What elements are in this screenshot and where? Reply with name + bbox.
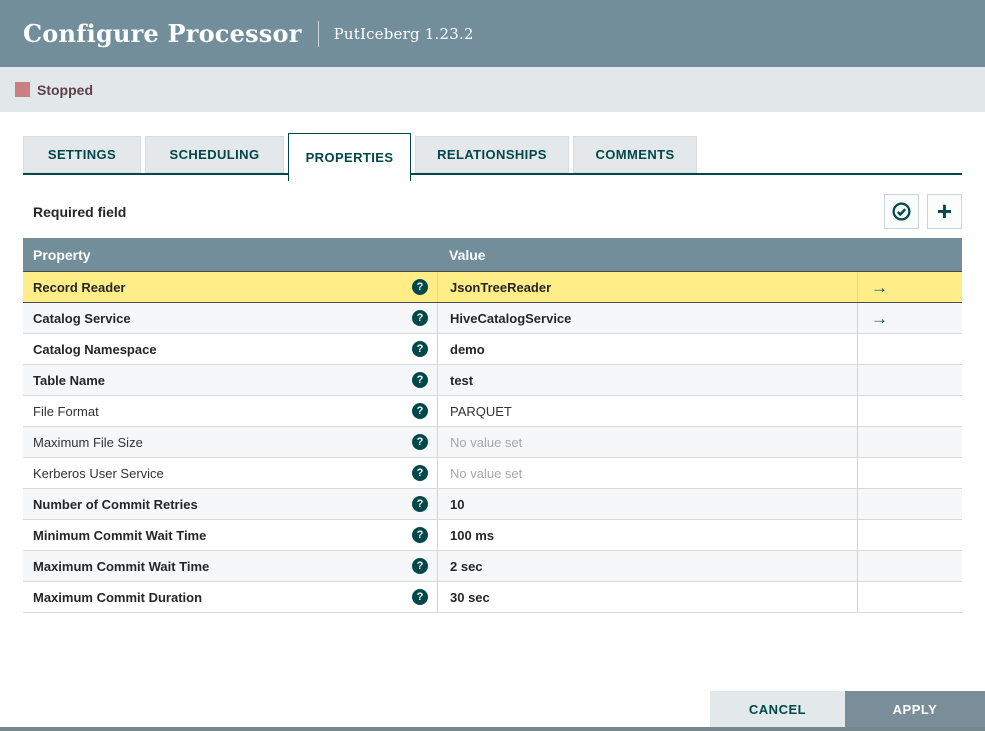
table-row[interactable]: Kerberos User Service ? No value set: [23, 458, 962, 489]
dialog-title: Configure Processor: [23, 19, 302, 48]
cancel-button[interactable]: CANCEL: [710, 691, 845, 727]
column-header-value: Value: [449, 246, 486, 263]
help-icon[interactable]: ?: [412, 434, 428, 450]
stopped-status-icon: [15, 82, 30, 97]
help-icon[interactable]: ?: [412, 465, 428, 481]
property-value: No value set: [450, 465, 523, 481]
property-value: test: [450, 372, 474, 388]
property-table: Property Value Record Reader ? JsonTreeR…: [23, 238, 962, 613]
table-row[interactable]: Maximum File Size ? No value set: [23, 427, 962, 458]
go-to-service-icon[interactable]: →: [871, 279, 888, 296]
apply-button[interactable]: APPLY: [845, 691, 985, 727]
property-value: PARQUET: [450, 403, 512, 419]
property-name: Catalog Service: [33, 310, 131, 326]
footer-buttons: CANCEL APPLY: [710, 691, 985, 727]
property-name: Record Reader: [33, 279, 126, 295]
tab-settings[interactable]: SETTINGS: [23, 136, 141, 173]
table-row[interactable]: Maximum Commit Duration ? 30 sec: [23, 582, 962, 613]
add-property-button[interactable]: +: [927, 194, 962, 229]
status-label: Stopped: [37, 81, 93, 98]
table-row[interactable]: Catalog Service ? HiveCatalogService →: [23, 303, 962, 334]
property-name: File Format: [33, 403, 99, 419]
table-row[interactable]: Catalog Namespace ? demo: [23, 334, 962, 365]
property-name: Maximum File Size: [33, 434, 143, 450]
plus-icon: +: [936, 195, 953, 226]
property-value: 30 sec: [450, 589, 490, 605]
column-header-property: Property: [33, 246, 91, 263]
property-value: HiveCatalogService: [450, 310, 572, 326]
tab-comments[interactable]: COMMENTS: [573, 136, 697, 173]
dialog-bottom-edge: [0, 727, 985, 731]
property-value: demo: [450, 341, 485, 357]
table-row[interactable]: Minimum Commit Wait Time ? 100 ms: [23, 520, 962, 551]
property-value: 10: [450, 496, 465, 512]
property-value: 2 sec: [450, 558, 483, 574]
property-name: Maximum Commit Wait Time: [33, 558, 210, 574]
property-name: Catalog Namespace: [33, 341, 157, 357]
go-to-service-icon[interactable]: →: [871, 310, 888, 327]
property-name: Number of Commit Retries: [33, 496, 198, 512]
properties-toolbar: Required field +: [23, 181, 962, 238]
help-icon[interactable]: ?: [412, 341, 428, 357]
property-name: Table Name: [33, 372, 106, 388]
help-icon[interactable]: ?: [412, 403, 428, 419]
help-icon[interactable]: ?: [412, 558, 428, 574]
table-body: Record Reader ? JsonTreeReader → Catalog…: [23, 271, 962, 613]
property-name: Maximum Commit Duration: [33, 589, 203, 605]
property-name: Kerberos User Service: [33, 465, 164, 481]
table-row[interactable]: File Format ? PARQUET: [23, 396, 962, 427]
configure-processor-dialog: Configure Processor PutIceberg 1.23.2 St…: [0, 0, 985, 731]
help-icon[interactable]: ?: [412, 589, 428, 605]
tab-scheduling[interactable]: SCHEDULING: [145, 136, 284, 173]
title-separator: [317, 20, 319, 47]
tab-bar: SETTINGS SCHEDULING PROPERTIES RELATIONSHIP…: [23, 133, 962, 181]
required-field-label: Required field: [33, 203, 127, 220]
help-icon[interactable]: ?: [412, 372, 428, 388]
table-row[interactable]: Maximum Commit Wait Time ? 2 sec: [23, 551, 962, 582]
dialog-header: Configure Processor PutIceberg 1.23.2: [0, 0, 985, 67]
help-icon[interactable]: ?: [412, 496, 428, 512]
help-icon[interactable]: ?: [412, 310, 428, 326]
property-value: 100 ms: [450, 527, 495, 543]
property-value: No value set: [450, 434, 523, 450]
table-row[interactable]: Table Name ? test: [23, 365, 962, 396]
processor-name-version: PutIceberg 1.23.2: [333, 24, 474, 43]
tab-relationships[interactable]: RELATIONSHIPS: [415, 136, 569, 173]
check-circle-icon: [891, 201, 912, 222]
tab-properties[interactable]: PROPERTIES: [288, 133, 411, 181]
table-header-row: Property Value: [23, 238, 962, 271]
status-bar: Stopped: [0, 67, 985, 112]
property-name: Minimum Commit Wait Time: [33, 527, 207, 543]
property-value: JsonTreeReader: [450, 279, 552, 295]
help-icon[interactable]: ?: [412, 279, 428, 295]
verify-properties-button[interactable]: [884, 194, 919, 229]
help-icon[interactable]: ?: [412, 527, 428, 543]
table-row[interactable]: Number of Commit Retries ? 10: [23, 489, 962, 520]
toolbar-actions: +: [884, 194, 962, 229]
table-row[interactable]: Record Reader ? JsonTreeReader →: [23, 271, 962, 303]
